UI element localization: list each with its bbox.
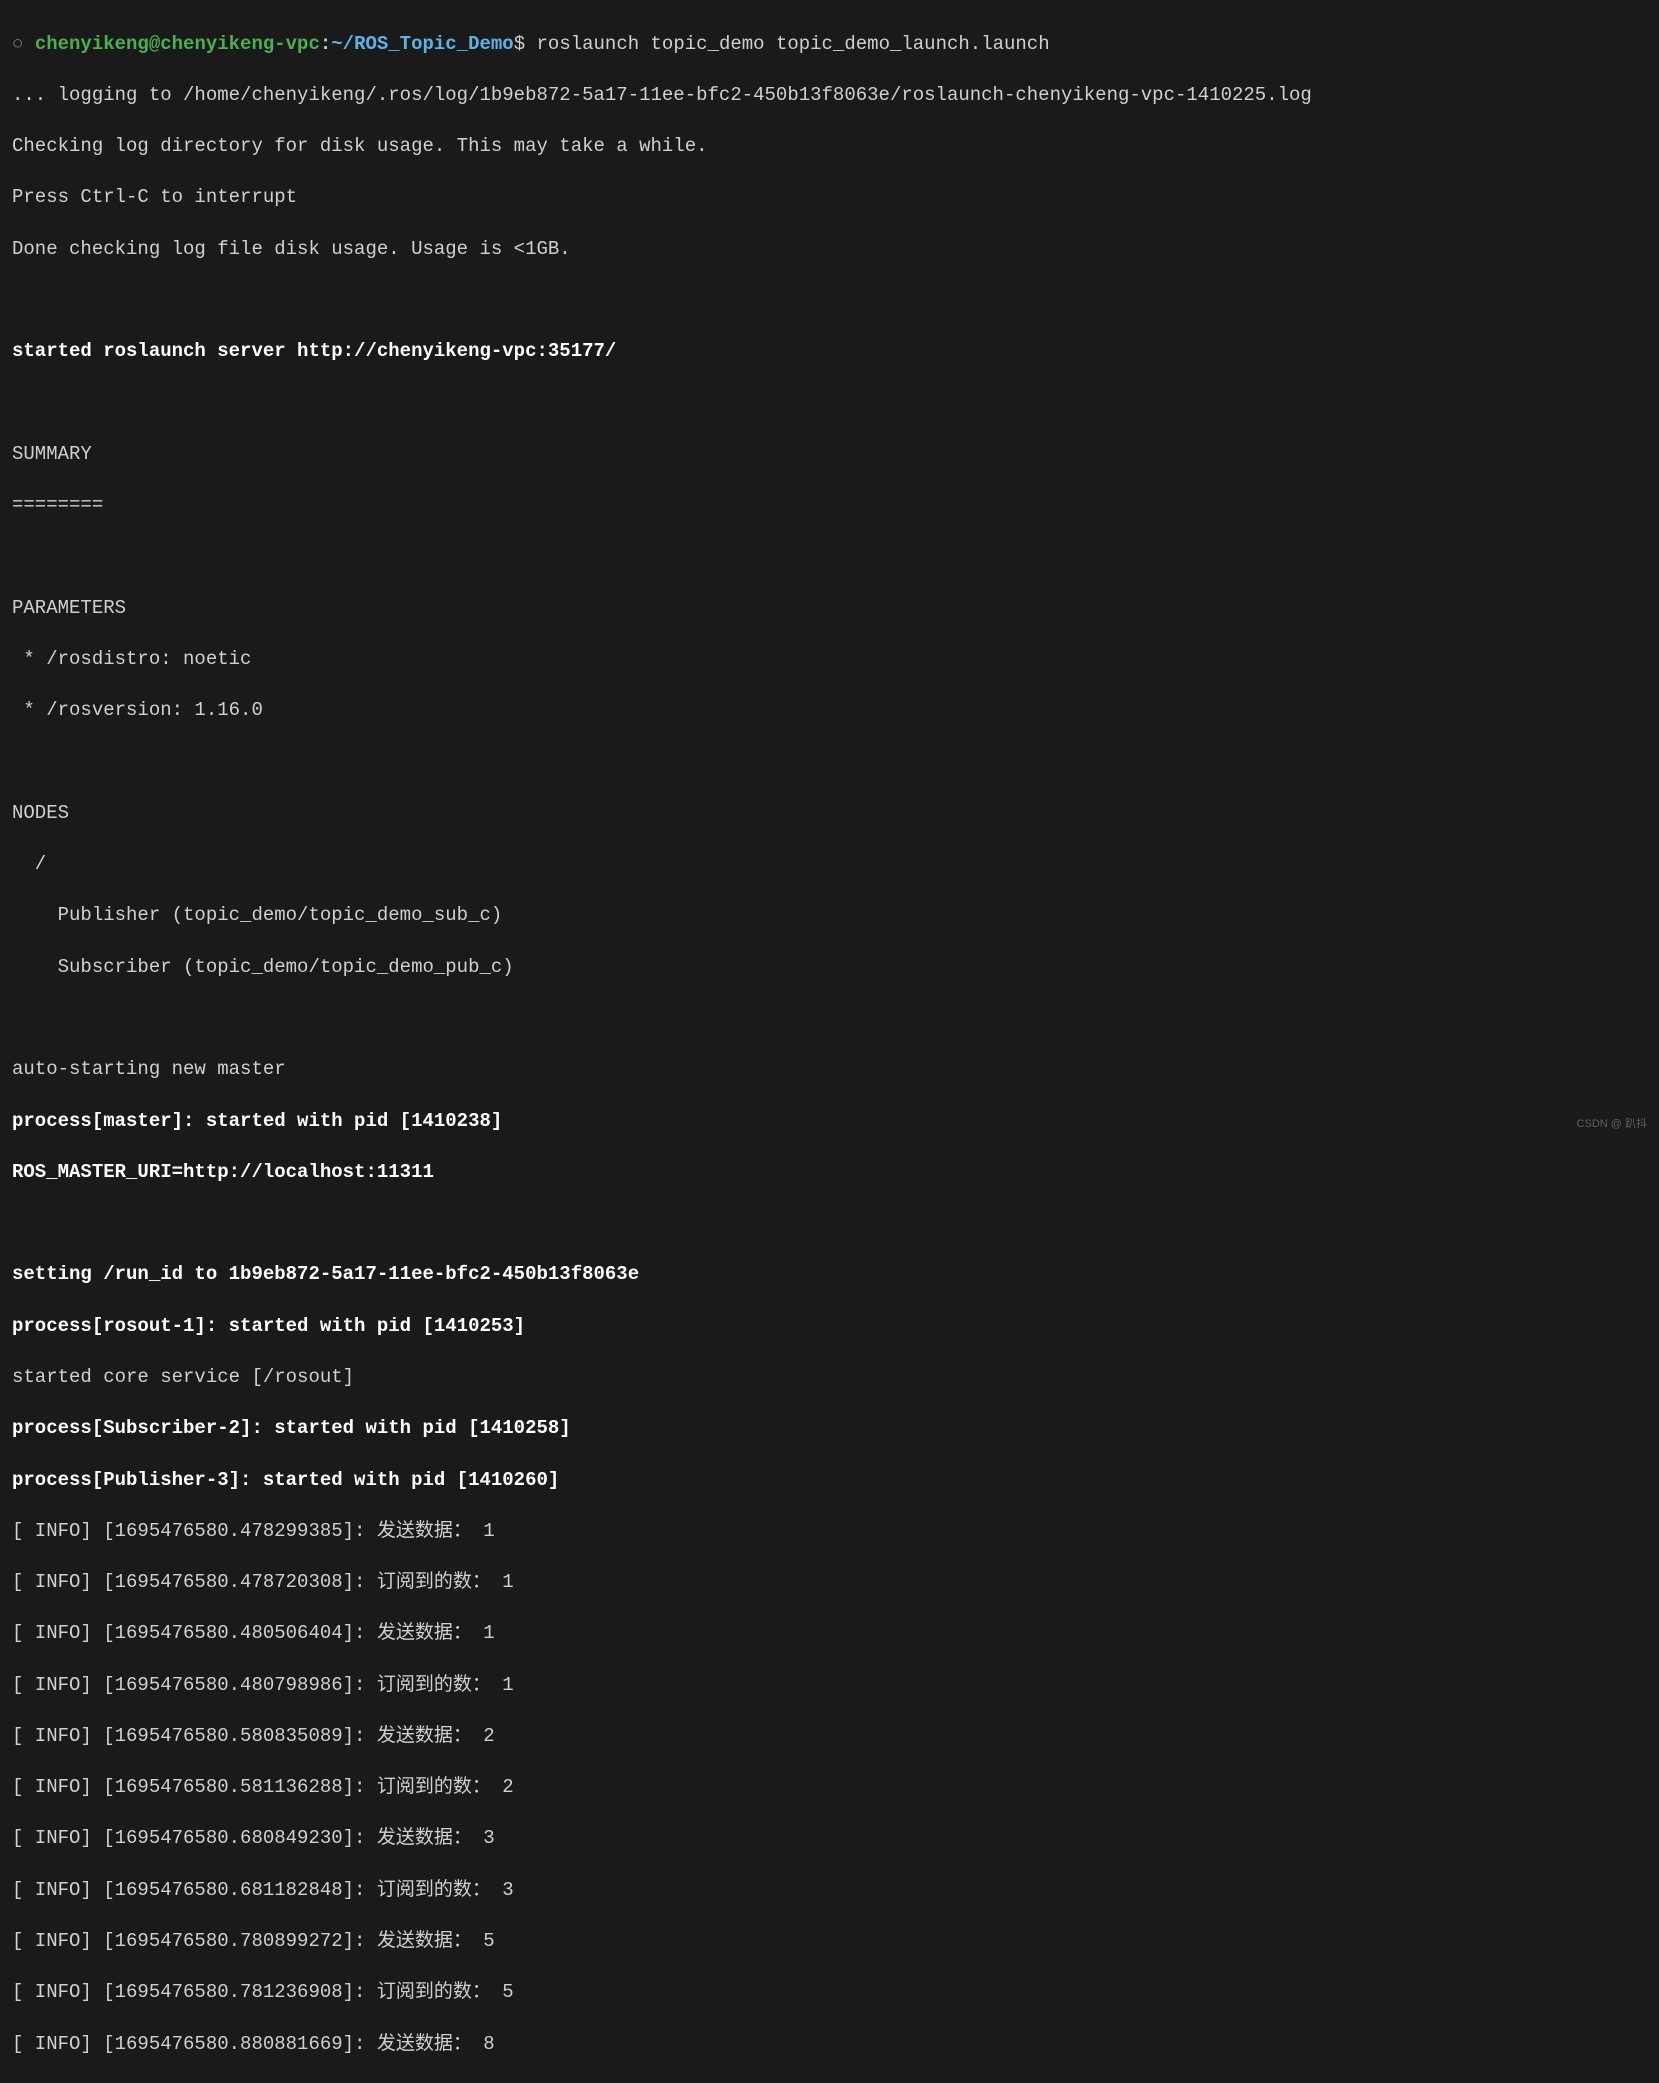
param-rosversion: * /rosversion: 1.16.0 bbox=[12, 698, 1647, 724]
process-rosout-line: process[rosout-1]: started with pid [141… bbox=[12, 1314, 1647, 1340]
process-master-line: process[master]: started with pid [14102… bbox=[12, 1109, 1647, 1135]
info-line: [ INFO] [1695476580.781236908]: 订阅到的数： 5 bbox=[12, 1980, 1647, 2006]
nodes-slash: / bbox=[12, 852, 1647, 878]
prompt-line: ○ chenyikeng@chenyikeng-vpc:~/ROS_Topic_… bbox=[12, 32, 1647, 58]
prompt-path: ~/ROS_Topic_Demo bbox=[331, 33, 513, 55]
info-line: [ INFO] [1695476580.880881669]: 发送数据： 8 bbox=[12, 2032, 1647, 2058]
nodes-title: NODES bbox=[12, 801, 1647, 827]
log-line: Checking log directory for disk usage. T… bbox=[12, 134, 1647, 160]
summary-title: SUMMARY bbox=[12, 442, 1647, 468]
info-line: [ INFO] [1695476580.478299385]: 发送数据： 1 bbox=[12, 1519, 1647, 1545]
command-text: roslaunch topic_demo topic_demo_launch.l… bbox=[537, 33, 1050, 55]
blank-line bbox=[12, 288, 1647, 314]
prompt-colon: : bbox=[320, 33, 331, 55]
log-line: Press Ctrl-C to interrupt bbox=[12, 185, 1647, 211]
process-publisher-line: process[Publisher-3]: started with pid [… bbox=[12, 1468, 1647, 1494]
prompt-dollar: $ bbox=[514, 33, 525, 55]
process-subscriber-line: process[Subscriber-2]: started with pid … bbox=[12, 1416, 1647, 1442]
blank-line bbox=[12, 1211, 1647, 1237]
prompt-user: chenyikeng@chenyikeng-vpc bbox=[35, 33, 320, 55]
info-line: [ INFO] [1695476580.478720308]: 订阅到的数： 1 bbox=[12, 1570, 1647, 1596]
info-line: [ INFO] [1695476580.480798986]: 订阅到的数： 1 bbox=[12, 1673, 1647, 1699]
blank-line bbox=[12, 391, 1647, 417]
watermark: CSDN @ 趴抖 bbox=[1577, 1117, 1647, 1132]
log-line: Done checking log file disk usage. Usage… bbox=[12, 237, 1647, 263]
info-line: [ INFO] [1695476580.480506404]: 发送数据： 1 bbox=[12, 1621, 1647, 1647]
info-line: [ INFO] [1695476580.680849230]: 发送数据： 3 bbox=[12, 1826, 1647, 1852]
setting-run-id-line: setting /run_id to 1b9eb872-5a17-11ee-bf… bbox=[12, 1262, 1647, 1288]
info-line: [ INFO] [1695476580.780899272]: 发送数据： 5 bbox=[12, 1929, 1647, 1955]
info-line: [ INFO] [1695476580.681182848]: 订阅到的数： 3 bbox=[12, 1878, 1647, 1904]
blank-line bbox=[12, 750, 1647, 776]
prompt-circle-icon: ○ bbox=[12, 33, 23, 55]
summary-sep: ======== bbox=[12, 493, 1647, 519]
param-rosdistro: * /rosdistro: noetic bbox=[12, 647, 1647, 673]
log-line: ... logging to /home/chenyikeng/.ros/log… bbox=[12, 83, 1647, 109]
node-subscriber: Subscriber (topic_demo/topic_demo_pub_c) bbox=[12, 955, 1647, 981]
info-line: [ INFO] [1695476580.580835089]: 发送数据： 2 bbox=[12, 1724, 1647, 1750]
ros-master-uri-line: ROS_MASTER_URI=http://localhost:11311 bbox=[12, 1160, 1647, 1186]
auto-starting-line: auto-starting new master bbox=[12, 1057, 1647, 1083]
blank-line bbox=[12, 544, 1647, 570]
info-line: [ INFO] [1695476580.581136288]: 订阅到的数： 2 bbox=[12, 1775, 1647, 1801]
parameters-title: PARAMETERS bbox=[12, 596, 1647, 622]
started-server-line: started roslaunch server http://chenyike… bbox=[12, 339, 1647, 365]
started-core-line: started core service [/rosout] bbox=[12, 1365, 1647, 1391]
node-publisher: Publisher (topic_demo/topic_demo_sub_c) bbox=[12, 903, 1647, 929]
terminal-output[interactable]: ○ chenyikeng@chenyikeng-vpc:~/ROS_Topic_… bbox=[12, 6, 1647, 2083]
blank-line bbox=[12, 1006, 1647, 1032]
